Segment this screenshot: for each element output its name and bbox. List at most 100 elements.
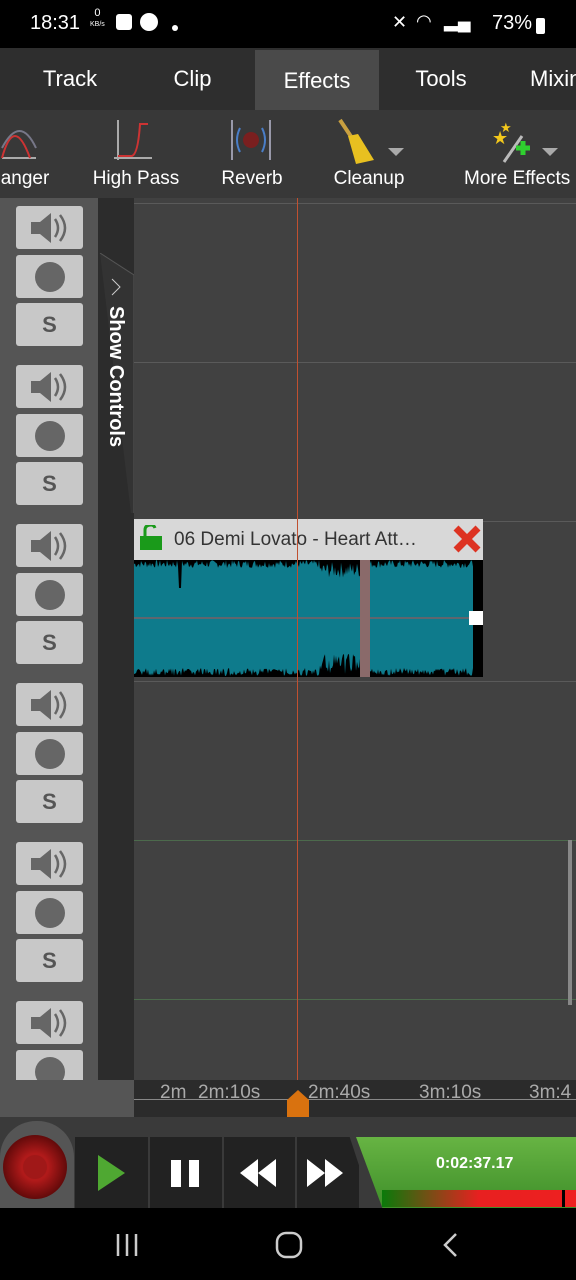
mute-button[interactable] [16,365,83,408]
arm-record-button[interactable] [16,255,83,298]
more-effects-button[interactable]: ★ ★ More Effects [464,110,576,198]
play-button[interactable] [75,1137,148,1208]
record-circle-icon [34,420,65,451]
pause-button[interactable] [150,1137,222,1208]
gallery-icon [116,14,132,30]
rewind-icon [240,1159,276,1187]
speaker-icon [30,1007,66,1038]
mute-button[interactable] [16,683,83,726]
level-meter [382,1190,576,1207]
solo-button[interactable]: S [16,303,83,346]
cleanup-button[interactable]: Cleanup [322,110,416,198]
rewind-button[interactable] [224,1137,295,1208]
clip-title: 06 Demi Lovato - Heart Att… [174,529,417,550]
net-speed: 0 KB/s [90,8,105,30]
ruler-tick: 2m:10s [198,1082,261,1103]
solo-button[interactable]: S [16,621,83,664]
record-button[interactable] [3,1135,67,1199]
mute-icon: ✕ [392,12,408,32]
fast-forward-button[interactable] [297,1137,359,1208]
arm-record-button[interactable] [16,732,83,775]
navigation-bar [0,1208,576,1280]
record-icon [23,1155,47,1179]
show-controls-tab[interactable]: Show Controls [98,198,134,1080]
track-controls: SSSSSS [0,198,98,1080]
close-icon[interactable] [452,524,482,554]
solo-button[interactable]: S [16,462,83,505]
high-pass-button[interactable]: High Pass [86,110,186,198]
tab-clip[interactable]: Clip [130,48,255,110]
effects-toolbar: anger High Pass Reverb Cleanup ★ ★ More E… [0,110,576,198]
mute-button[interactable] [16,524,83,567]
pause-icon [171,1160,199,1187]
speaker-icon [30,371,66,402]
arm-record-button[interactable] [16,414,83,457]
waveform [134,560,483,677]
play-icon [98,1155,125,1191]
dot-icon [172,25,178,31]
reverb-label: Reverb [221,168,283,189]
speaker-icon [30,530,66,561]
transport-bar: 0:02:37.17 [0,1117,576,1212]
playhead-line [297,198,298,1080]
wifi-icon: ◠ [416,11,432,31]
ruler-tick: 3m:4 [529,1082,572,1103]
tab-bar: Track Clip Effects Tools Mixin [0,48,576,112]
solo-label: S [42,470,57,496]
cleanup-label: Cleanup [333,168,405,189]
ruler-tick: 3m:10s [419,1082,482,1103]
show-controls-label: Show Controls [105,306,127,448]
solo-button[interactable]: S [16,780,83,823]
mute-button[interactable] [16,1001,83,1044]
ruler-tick: 2m:40s [308,1082,371,1103]
record-circle-icon [34,738,65,769]
broom-icon [338,118,404,164]
chevron-down-icon [388,148,404,156]
battery-icon [536,18,545,34]
speaker-icon [30,212,66,243]
tab-mixing[interactable]: Mixin [503,48,576,110]
tab-track[interactable]: Track [0,48,140,110]
solo-button[interactable]: S [16,939,83,982]
clip-header[interactable]: 06 Demi Lovato - Heart Att… [134,519,483,560]
arm-record-button[interactable] [16,1050,83,1080]
solo-label: S [42,311,57,337]
flanger-button[interactable]: anger [0,110,60,198]
unlock-icon[interactable] [140,525,164,551]
home-icon[interactable] [274,1230,304,1260]
scrollbar[interactable] [568,840,572,1005]
record-circle-icon [34,579,65,610]
high-pass-label: High Pass [92,168,180,189]
current-time: 0:02:37.17 [436,1155,514,1172]
arm-record-button[interactable] [16,891,83,934]
speaker-icon [30,848,66,879]
magic-wand-icon: ★★ [492,120,558,163]
solo-label: S [42,788,57,814]
solo-label: S [42,629,57,655]
flanger-icon [1,130,37,159]
net-speed-value: 0 [94,7,101,19]
playhead-handle[interactable] [285,1090,311,1117]
back-icon[interactable] [440,1232,462,1258]
reverb-icon [231,120,271,160]
clip-resize-handle[interactable] [469,611,483,625]
recent-apps-icon[interactable] [114,1232,142,1258]
mute-button[interactable] [16,842,83,885]
audio-clip[interactable]: 06 Demi Lovato - Heart Att… [134,519,483,677]
fast-forward-icon [307,1159,343,1187]
tab-tools[interactable]: Tools [379,48,503,110]
svg-text:★: ★ [500,120,512,135]
solo-label: S [42,947,57,973]
status-bar: 18:31 0 KB/s ✕ ◠ ▂▄ 73% [0,0,576,48]
reverb-button[interactable]: Reverb [210,110,294,198]
high-pass-icon [114,120,152,160]
arm-record-button[interactable] [16,573,83,616]
timeline-area[interactable]: 06 Demi Lovato - Heart Att… [134,198,576,1080]
speaker-icon [30,689,66,720]
telegram-icon [140,13,158,31]
time-ruler[interactable]: 2m 2m:10s 2m:40s 3m:10s 3m:4 [134,1080,576,1117]
ruler-spacer [0,1080,134,1117]
tab-effects[interactable]: Effects [255,50,379,112]
mute-button[interactable] [16,206,83,249]
more-effects-label: More Effects [464,168,571,189]
